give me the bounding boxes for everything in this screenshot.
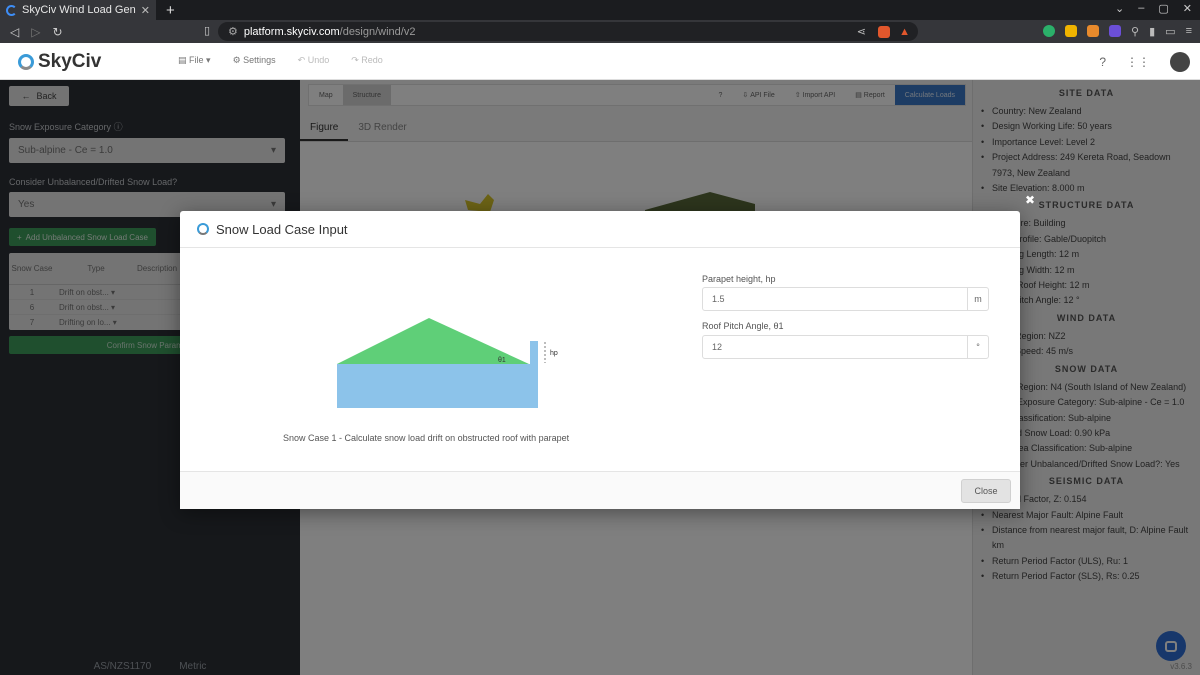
close-button[interactable]: Close: [961, 479, 1011, 503]
maximize-icon[interactable]: ▢: [1158, 2, 1168, 15]
logo-text: SkyCiv: [38, 51, 102, 72]
snow-load-case-modal: Snow Load Case Input θ1 hp Snow Case 1 -…: [180, 211, 1020, 509]
new-tab-icon[interactable]: +: [166, 2, 175, 19]
minimize-icon[interactable]: –: [1138, 2, 1144, 15]
unit-label: °: [967, 336, 988, 358]
url-host: platform.skyciv.com: [243, 25, 340, 38]
site-info-icon[interactable]: ⚙: [228, 25, 238, 38]
wallet-icon[interactable]: ▭: [1165, 25, 1175, 38]
share-icon[interactable]: ⋖: [857, 25, 866, 38]
extension-fox-icon[interactable]: [1087, 25, 1100, 37]
modal-header: Snow Load Case Input: [180, 211, 1020, 248]
url-bar[interactable]: ⚙ platform.skyciv.com/design/wind/v2 ⋖ ▲: [218, 22, 918, 41]
skyciv-favicon-icon: [6, 4, 17, 16]
close-window-icon[interactable]: ✕: [1183, 2, 1192, 15]
browser-tabbar: SkyCiv Wind Load Generat ✕ + ⌄ – ▢ ✕: [0, 0, 1200, 20]
tab-title: SkyCiv Wind Load Generat: [22, 4, 136, 16]
extension-color-icon[interactable]: [1065, 25, 1078, 37]
close-icon[interactable]: ✖: [1025, 193, 1035, 207]
reload-icon[interactable]: ↻: [52, 25, 62, 39]
extension-green-icon[interactable]: [1043, 25, 1056, 37]
diagram-caption: Snow Case 1 - Calculate snow load drift …: [283, 433, 570, 443]
extension-purple-icon[interactable]: [1109, 25, 1122, 37]
skyciv-logo[interactable]: SkyCiv: [18, 51, 101, 73]
roof-pitch-label: Roof Pitch Angle, θ1: [702, 321, 784, 331]
parapet-height-label: Parapet height, hp: [702, 274, 776, 284]
roof-pitch-input[interactable]: 12: [703, 336, 967, 358]
url-path: /design/wind/v2: [339, 25, 416, 38]
modal-footer: Close: [180, 471, 1020, 509]
brave-shield-icon[interactable]: [878, 25, 890, 38]
bookmark-icon[interactable]: ▯: [204, 24, 210, 37]
parapet-height-input[interactable]: 1.5: [703, 288, 967, 310]
modal-body: θ1 hp Snow Case 1 - Calculate snow load …: [180, 249, 1020, 471]
skyciv-logo-icon: [18, 54, 34, 70]
back-nav-icon[interactable]: ◁: [10, 25, 19, 39]
unit-label: m: [967, 288, 988, 310]
theta-label: θ1: [498, 357, 506, 364]
sidebar-icon[interactable]: ▮: [1149, 25, 1155, 38]
extensions-icon[interactable]: ⚲: [1131, 25, 1139, 38]
window-controls: ⌄ – ▢ ✕: [1115, 2, 1192, 15]
undo-button[interactable]: ↶ Undo: [298, 55, 330, 66]
menu-icon[interactable]: ≡: [1186, 25, 1192, 38]
redo-button[interactable]: ↷ Redo: [351, 55, 383, 66]
apps-grid-icon[interactable]: ⋮⋮: [1126, 55, 1150, 69]
hp-label: hp: [550, 350, 558, 357]
browser-tab[interactable]: SkyCiv Wind Load Generat ✕: [0, 0, 156, 20]
settings-menu[interactable]: ⚙ Settings: [233, 55, 276, 66]
brave-rewards-icon[interactable]: ▲: [899, 26, 910, 38]
skyciv-logo-icon: [197, 223, 209, 235]
parapet-height-field[interactable]: 1.5 m: [702, 287, 989, 311]
app-menu: ▤ File ▾ ⚙ Settings ↶ Undo ↷ Redo: [178, 55, 383, 66]
help-icon[interactable]: ?: [1099, 55, 1106, 69]
modal-title: Snow Load Case Input: [216, 221, 348, 237]
roof-pitch-field[interactable]: 12 °: [702, 335, 989, 359]
browser-toolbar: ◁ ▷ ↻ ▯ ⚙ platform.skyciv.com/design/win…: [0, 20, 1200, 43]
parapet-shape: [530, 341, 538, 364]
file-menu[interactable]: ▤ File ▾: [178, 55, 211, 66]
avatar[interactable]: [1170, 52, 1190, 72]
snow-drift-diagram: θ1 hp: [337, 318, 558, 408]
app-header: SkyCiv ▤ File ▾ ⚙ Settings ↶ Undo ↷ Redo…: [0, 43, 1200, 80]
building-body-shape: [337, 364, 538, 408]
forward-nav-icon[interactable]: ▷: [31, 25, 40, 39]
tab-search-icon[interactable]: ⌄: [1115, 2, 1124, 15]
close-tab-icon[interactable]: ✕: [141, 4, 150, 17]
